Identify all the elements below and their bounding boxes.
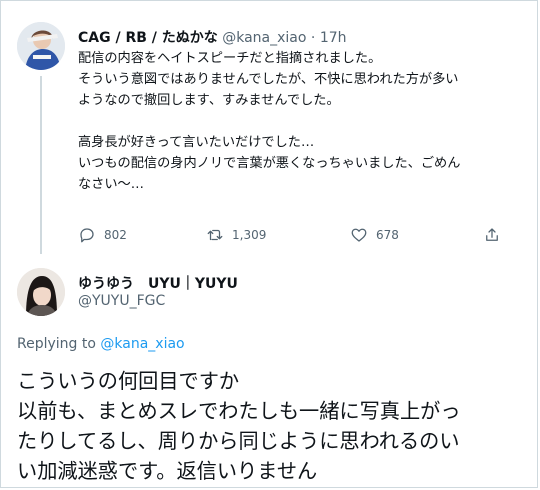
tweet-header: CAG / RB / たぬかな @kana_xiao · 17h bbox=[78, 27, 347, 47]
replying-to-label: Replying to bbox=[17, 336, 96, 352]
reply-line: 以前も、まとめスレでわたしも一緒に写真上がっ bbox=[17, 399, 461, 423]
tweet-text: 配信の内容をヘイトスピーチだと指摘されました。 そういう意図ではありませんでした… bbox=[78, 48, 528, 195]
tweet-line: なさい〜… bbox=[78, 177, 144, 192]
author-avatar[interactable] bbox=[17, 22, 65, 70]
reply-icon bbox=[80, 228, 94, 243]
retweet-button[interactable]: 1,309 bbox=[206, 226, 266, 244]
retweet-icon bbox=[207, 229, 223, 241]
tweet-line: 高身長が好きって言いたいだけでした… bbox=[78, 135, 315, 150]
tweet-line: ようなので撤回します、すみませんでした。 bbox=[78, 93, 340, 108]
author-name[interactable]: CAG / RB / たぬかな bbox=[78, 30, 218, 46]
replying-to-link[interactable]: @kana_xiao bbox=[100, 336, 184, 352]
reply-text: こういうの何回目ですか 以前も、まとめスレでわたしも一緒に写真上がっ たりしてる… bbox=[17, 366, 532, 486]
reply-count: 802 bbox=[104, 228, 127, 242]
tweet-line: 配信の内容をヘイトスピーチだと指摘されました。 bbox=[78, 51, 382, 66]
share-icon bbox=[486, 228, 498, 241]
retweet-count: 1,309 bbox=[232, 228, 267, 242]
replying-to: Replying to @kana_xiao bbox=[17, 336, 185, 352]
reply-tweet[interactable]: ゆうゆう UYU｜YUYU @YUYU_FGC Replying to @kan… bbox=[0, 258, 540, 490]
reply-line: い加減迷惑です。返信いりません bbox=[17, 459, 318, 483]
thread-connector bbox=[40, 76, 42, 254]
reply-author-name[interactable]: ゆうゆう UYU｜YUYU bbox=[78, 273, 238, 293]
tweet-time[interactable]: 17h bbox=[320, 30, 347, 46]
tweet-actions: 802 1,309 678 bbox=[78, 226, 508, 246]
like-button[interactable]: 678 bbox=[350, 226, 399, 244]
reply-author-avatar[interactable] bbox=[17, 268, 65, 316]
share-button[interactable] bbox=[483, 226, 501, 244]
reply-author-handle[interactable]: @YUYU_FGC bbox=[78, 293, 165, 309]
author-handle[interactable]: @kana_xiao bbox=[222, 30, 306, 46]
reply-button[interactable]: 802 bbox=[78, 226, 127, 244]
reply-line: たりしてるし、周りから同じように思われるのい bbox=[17, 429, 460, 453]
tweet-line: そういう意図ではありませんでしたが、不快に思われた方が多い bbox=[78, 72, 459, 87]
dot-separator: · bbox=[310, 30, 316, 46]
reply-line: こういうの何回目ですか bbox=[17, 369, 240, 393]
tweet-line: いつもの配信の身内ノリで言葉が悪くなっちゃいました、ごめん bbox=[78, 156, 461, 171]
like-icon bbox=[351, 228, 367, 242]
like-count: 678 bbox=[376, 228, 399, 242]
original-tweet[interactable]: CAG / RB / たぬかな @kana_xiao · 17h 配信の内容をヘ… bbox=[0, 0, 540, 258]
